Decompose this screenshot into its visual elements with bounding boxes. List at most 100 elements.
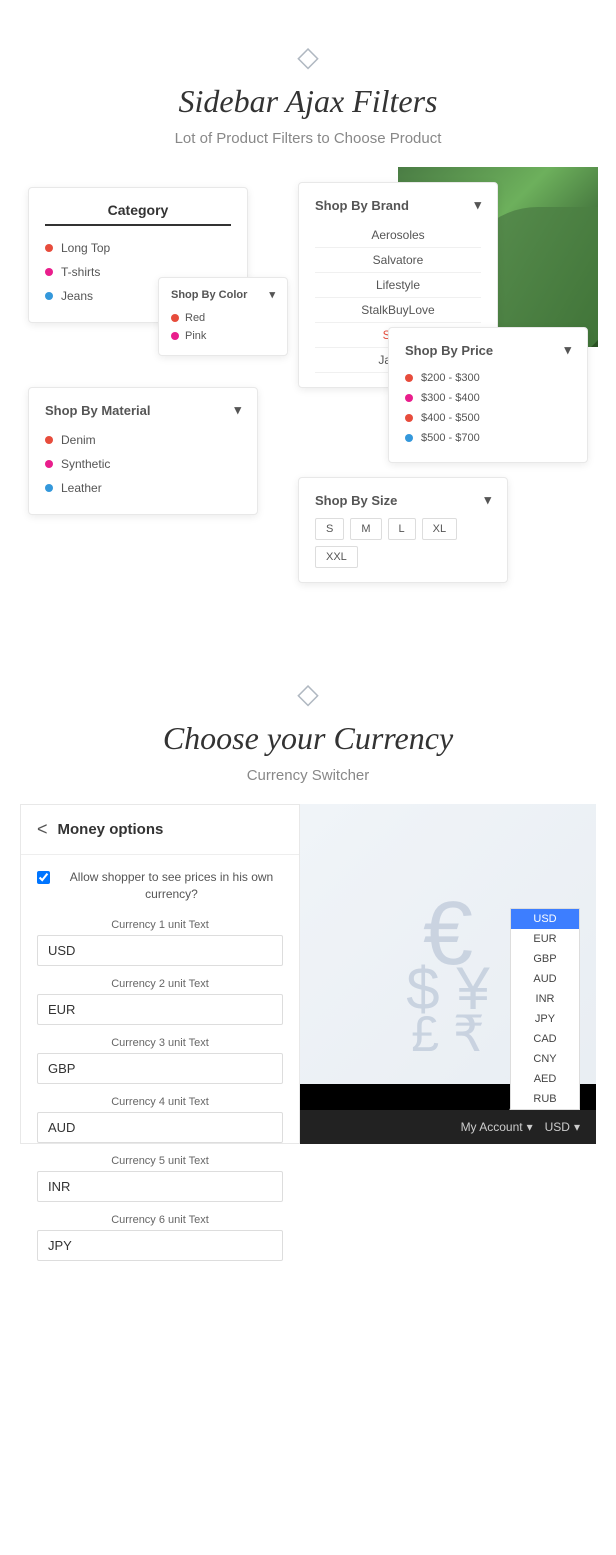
brand-stalkbuylove: StalkBuyLove [315, 298, 481, 323]
currency-visual: € $ ¥ £ ₹ ♡ 🛒 My Account ▾ U [300, 804, 596, 1144]
material-chevron: ▾ [234, 402, 241, 418]
synthetic-dot [45, 460, 53, 468]
currency5-input[interactable] [37, 1171, 283, 1202]
currency-rub[interactable]: RUB [511, 1089, 579, 1109]
dot-pink [45, 268, 53, 276]
section1-title: Sidebar Ajax Filters [20, 83, 596, 120]
currency1-field: Currency 1 unit Text [37, 919, 283, 966]
material-leather: Leather [45, 476, 241, 500]
brand-aerosoles: Aerosoles [315, 223, 481, 248]
currency-aud[interactable]: AUD [511, 969, 579, 989]
brand-label: Shop By Brand [315, 198, 409, 213]
size-m[interactable]: M [350, 518, 381, 540]
price-300-400: $300 - $400 [405, 388, 571, 408]
currency4-input[interactable] [37, 1112, 283, 1143]
allow-shopper-label: Allow shopper to see prices in his own c… [60, 869, 283, 903]
price-dot-3 [405, 414, 413, 422]
denim-dot [45, 436, 53, 444]
money-panel-title: Money options [58, 821, 164, 838]
currency3-field: Currency 3 unit Text [37, 1037, 283, 1084]
price-dot-4 [405, 434, 413, 442]
currency6-input[interactable] [37, 1230, 283, 1261]
brand-chevron: ▾ [474, 197, 481, 213]
currency-symbols-display: € $ ¥ £ ₹ [406, 889, 489, 1059]
filters-section: ◇ Sidebar Ajax Filters Lot of Product Fi… [0, 0, 616, 637]
currency6-field: Currency 6 unit Text [37, 1214, 283, 1261]
currency-aed[interactable]: AED [511, 1069, 579, 1089]
price-dot-1 [405, 374, 413, 382]
red-dot [171, 314, 179, 322]
brand-lifestyle: Lifestyle [315, 273, 481, 298]
material-card: Shop By Material ▾ Denim Synthetic Leath… [28, 387, 258, 515]
price-header: Shop By Price ▾ [405, 342, 571, 358]
price-dot-2 [405, 394, 413, 402]
size-buttons-group: S M L XL XXL [315, 518, 491, 568]
color-header: Shop By Color ▾ [171, 288, 275, 301]
currency-dropdown-bar: My Account ▾ USD ▾ USD EUR GBP AUD INR [300, 1110, 596, 1144]
size-l[interactable]: L [388, 518, 416, 540]
diamond-icon-1: ◇ [20, 40, 596, 73]
my-account-label: My Account [461, 1120, 523, 1134]
currency-list: USD EUR GBP AUD INR JPY CAD CNY AED RUB [510, 908, 580, 1110]
currency4-field: Currency 4 unit Text [37, 1096, 283, 1143]
color-pink: Pink [171, 327, 275, 345]
material-header: Shop By Material ▾ [45, 402, 241, 418]
section1-subtitle: Lot of Product Filters to Choose Product [20, 130, 596, 147]
my-account-button[interactable]: My Account ▾ [461, 1120, 533, 1134]
brand-salvatore: Salvatore [315, 248, 481, 273]
pink-dot [171, 332, 179, 340]
size-xl[interactable]: XL [422, 518, 457, 540]
currency1-label: Currency 1 unit Text [37, 919, 283, 931]
size-chevron: ▾ [484, 492, 491, 508]
size-xxl[interactable]: XXL [315, 546, 358, 568]
filters-mockup: Category Long Top T-shirts Jeans Shop By… [28, 167, 588, 587]
currency5-field: Currency 5 unit Text [37, 1155, 283, 1202]
currency-cad[interactable]: CAD [511, 1029, 579, 1049]
currency2-input[interactable] [37, 994, 283, 1025]
section2-subtitle: Currency Switcher [20, 767, 596, 784]
currency6-label: Currency 6 unit Text [37, 1214, 283, 1226]
currency-gbp[interactable]: GBP [511, 949, 579, 969]
price-400-500: $400 - $500 [405, 408, 571, 428]
currency1-input[interactable] [37, 935, 283, 966]
currency-mockup: < Money options Allow shopper to see pri… [20, 804, 596, 1144]
usd-chevron: ▾ [574, 1120, 580, 1134]
price-200-300: $200 - $300 [405, 368, 571, 388]
material-denim: Denim [45, 428, 241, 452]
color-card: Shop By Color ▾ Red Pink [158, 277, 288, 356]
currency-inr[interactable]: INR [511, 989, 579, 1009]
allow-shopper-checkbox[interactable] [37, 871, 50, 884]
currency2-field: Currency 2 unit Text [37, 978, 283, 1025]
currency2-label: Currency 2 unit Text [37, 978, 283, 990]
category-heading: Category [45, 202, 231, 226]
bottom-nav-area: ♡ 🛒 My Account ▾ USD ▾ USD [300, 1084, 596, 1144]
my-account-chevron: ▾ [527, 1120, 533, 1134]
currency3-label: Currency 3 unit Text [37, 1037, 283, 1049]
section2-title: Choose your Currency [20, 720, 596, 757]
color-chevron: ▾ [269, 288, 275, 301]
back-arrow-icon[interactable]: < [37, 819, 48, 840]
currency-usd[interactable]: USD [511, 909, 579, 929]
cat-long-top: Long Top [45, 236, 231, 260]
money-options-panel: < Money options Allow shopper to see pri… [20, 804, 300, 1144]
price-500-700: $500 - $700 [405, 428, 571, 448]
price-card: Shop By Price ▾ $200 - $300 $300 - $400 … [388, 327, 588, 463]
currency4-label: Currency 4 unit Text [37, 1096, 283, 1108]
usd-dropdown-button[interactable]: USD ▾ USD EUR GBP AUD INR JPY CAD CNY [545, 1120, 580, 1134]
usd-label: USD [545, 1120, 570, 1134]
dot-blue [45, 292, 53, 300]
leather-dot [45, 484, 53, 492]
currency-cny[interactable]: CNY [511, 1049, 579, 1069]
money-panel-header: < Money options [21, 805, 299, 855]
size-s[interactable]: S [315, 518, 344, 540]
material-label: Shop By Material [45, 403, 150, 418]
currency-jpy[interactable]: JPY [511, 1009, 579, 1029]
price-label: Shop By Price [405, 343, 493, 358]
diamond-icon-2: ◇ [20, 677, 596, 710]
currency3-input[interactable] [37, 1053, 283, 1084]
currency-section: ◇ Choose your Currency Currency Switcher… [0, 637, 616, 1164]
brand-header: Shop By Brand ▾ [315, 197, 481, 213]
color-label: Shop By Color [171, 289, 247, 301]
money-panel-body: Allow shopper to see prices in his own c… [21, 855, 299, 1287]
currency-eur[interactable]: EUR [511, 929, 579, 949]
